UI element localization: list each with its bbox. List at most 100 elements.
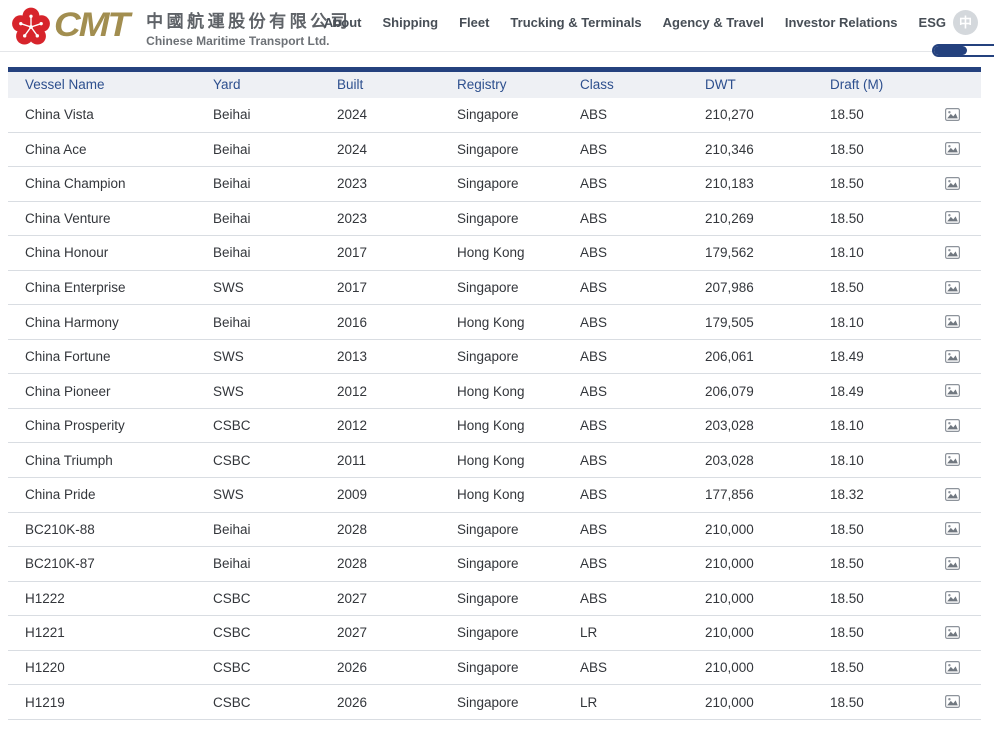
column-header-vessel-name: Vessel Name [25, 77, 105, 93]
column-header-registry: Registry [457, 77, 507, 93]
company-logo[interactable]: CMT 中國航運股份有限公司 Chinese Maritime Transpor… [10, 5, 351, 48]
cell-draft: 18.50 [830, 210, 864, 226]
vessel-photo-button[interactable] [943, 382, 962, 399]
cell-yard: CSBC [213, 452, 251, 468]
cell-photo [923, 478, 981, 513]
cell-draft: 18.32 [830, 487, 864, 503]
cell-registry: Singapore [457, 694, 519, 710]
cell-yard: Beihai [213, 314, 251, 330]
cell-built: 2024 [337, 141, 368, 157]
cell-class: ABS [580, 314, 608, 330]
vessel-photo-button[interactable] [943, 313, 962, 330]
table-row: China Pioneer SWS 2012 Hong Kong ABS 206… [8, 373, 981, 409]
cell-photo [923, 98, 981, 133]
vessel-photo-button[interactable] [943, 417, 962, 434]
cell-registry: Hong Kong [457, 452, 525, 468]
company-name-block: 中國航運股份有限公司 Chinese Maritime Transport Lt… [146, 5, 351, 48]
plum-blossom-icon [12, 7, 50, 45]
column-header-photo [923, 70, 981, 98]
cell-built: 2009 [337, 487, 368, 503]
cell-registry: Singapore [457, 556, 519, 572]
cell-draft: 18.50 [830, 107, 864, 123]
cell-yard: Beihai [213, 141, 251, 157]
cell-draft: 18.49 [830, 383, 864, 399]
cell-photo [923, 167, 981, 202]
vessel-photo-button[interactable] [943, 659, 962, 676]
table-row: H1220 CSBC 2026 Singapore ABS 210,000 18… [8, 650, 981, 685]
nav-list: About Shipping Fleet Trucking & Terminals Ag… [324, 15, 946, 30]
nav-item-trucking-terminals[interactable]: Trucking & Terminals [510, 15, 641, 30]
nav-item-agency-travel[interactable]: Agency & Travel [663, 15, 764, 30]
image-icon [944, 453, 960, 467]
cell-class: ABS [580, 521, 608, 537]
vessel-photo-button[interactable] [943, 624, 962, 641]
cell-vessel-name: China Harmony [25, 314, 119, 330]
cell-built: 2016 [337, 314, 368, 330]
table-row: China Prosperity CSBC 2012 Hong Kong ABS… [8, 408, 981, 443]
cell-registry: Singapore [457, 349, 519, 365]
cell-class: ABS [580, 452, 608, 468]
cell-class: ABS [580, 660, 608, 676]
site-header: CMT 中國航運股份有限公司 Chinese Maritime Transpor… [0, 0, 994, 57]
nav-item-investor-relations[interactable]: Investor Relations [785, 15, 898, 30]
image-icon [944, 142, 960, 156]
table-row: China Venture Beihai 2023 Singapore ABS … [8, 201, 981, 236]
cell-built: 2017 [337, 280, 368, 295]
cell-class: ABS [580, 418, 608, 434]
cell-dwt: 210,000 [705, 590, 754, 606]
image-icon [944, 556, 960, 570]
table-row: China Pride SWS 2009 Hong Kong ABS 177,8… [8, 477, 981, 513]
cell-built: 2012 [337, 383, 368, 399]
cell-vessel-name: H1221 [25, 625, 65, 641]
vessel-photo-button[interactable] [943, 106, 962, 123]
cell-yard: Beihai [213, 556, 251, 572]
cell-class: ABS [580, 176, 608, 192]
cell-draft: 18.10 [830, 314, 864, 330]
cell-built: 2013 [337, 349, 368, 365]
cell-vessel-name: China Venture [25, 210, 111, 226]
cell-vessel-name: BC210K-88 [25, 521, 95, 537]
cell-yard: SWS [213, 487, 244, 503]
vessel-photo-button[interactable] [943, 140, 962, 157]
cell-dwt: 210,000 [705, 660, 754, 676]
nav-item-fleet[interactable]: Fleet [459, 15, 489, 30]
nav-item-shipping[interactable]: Shipping [382, 15, 438, 30]
cell-draft: 18.50 [830, 660, 864, 676]
vessel-photo-button[interactable] [943, 209, 962, 226]
language-toggle-button[interactable]: 中 [953, 10, 978, 35]
table-row: H1222 CSBC 2027 Singapore ABS 210,000 18… [8, 581, 981, 616]
vessel-photo-button[interactable] [943, 693, 962, 710]
vessel-photo-button[interactable] [943, 589, 962, 606]
table-row: China Triumph CSBC 2011 Hong Kong ABS 20… [8, 442, 981, 478]
cell-photo [923, 236, 981, 271]
cell-dwt: 203,028 [705, 452, 754, 468]
cell-vessel-name: BC210K-87 [25, 556, 95, 572]
vessel-photo-button[interactable] [943, 175, 962, 192]
nav-item-about[interactable]: About [324, 15, 362, 30]
cell-registry: Singapore [457, 280, 519, 295]
vessel-photo-button[interactable] [943, 451, 962, 468]
vessel-photo-button[interactable] [943, 486, 962, 503]
cell-photo [923, 512, 981, 547]
nav-item-esg[interactable]: ESG [919, 15, 946, 30]
vessel-photo-button[interactable] [943, 555, 962, 572]
cell-dwt: 206,061 [705, 349, 754, 365]
cell-draft: 18.10 [830, 418, 864, 434]
cell-yard: CSBC [213, 694, 251, 710]
vessel-photo-button[interactable] [943, 520, 962, 537]
vessel-photo-button[interactable] [943, 348, 962, 365]
table-row: China Enterprise SWS 2017 Singapore ABS … [8, 270, 981, 305]
cell-built: 2012 [337, 418, 368, 434]
cell-dwt: 210,000 [705, 694, 754, 710]
vessel-photo-button[interactable] [943, 279, 962, 296]
cell-registry: Singapore [457, 141, 519, 157]
cell-class: ABS [580, 590, 608, 606]
column-header-built: Built [337, 77, 364, 93]
image-icon [944, 625, 960, 639]
vessel-photo-button[interactable] [943, 244, 962, 261]
cell-dwt: 207,986 [705, 280, 754, 295]
image-icon [944, 245, 960, 259]
cell-registry: Hong Kong [457, 418, 525, 434]
logo-text: CMT [54, 5, 130, 43]
cell-dwt: 210,000 [705, 625, 754, 641]
